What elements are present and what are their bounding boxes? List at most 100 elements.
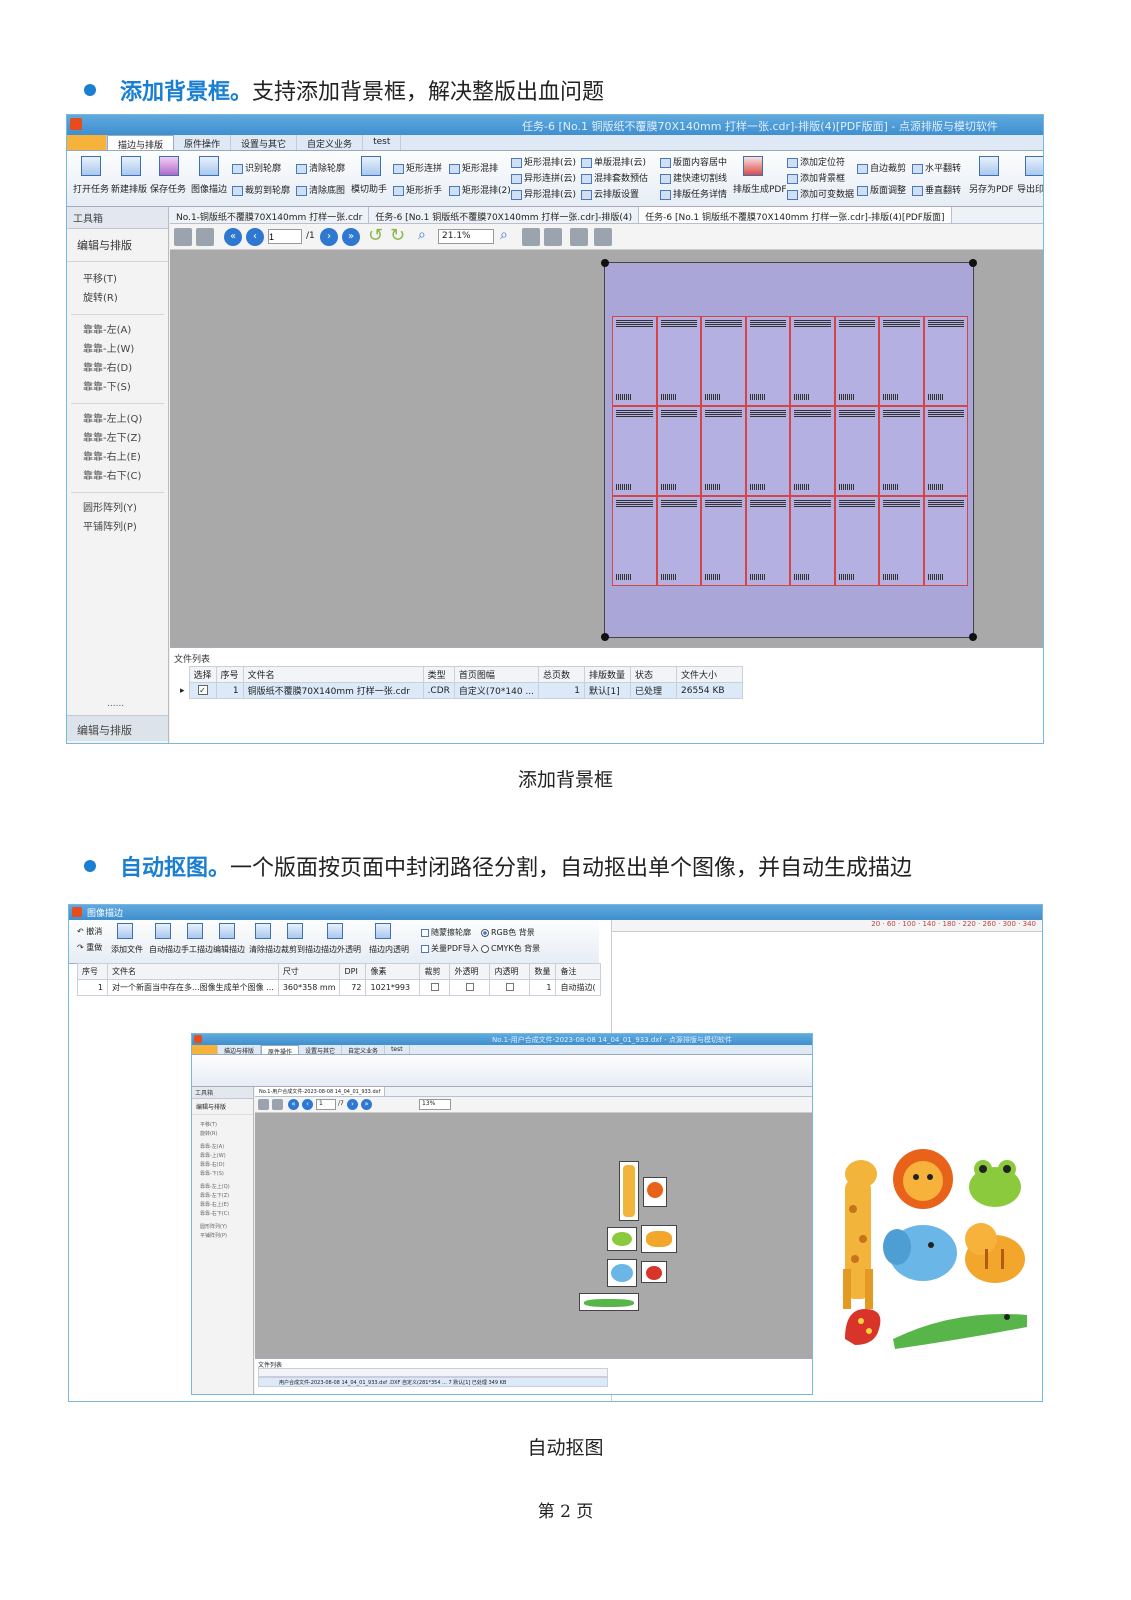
doc-tab-0[interactable]: No.1-铜版纸不覆膜70X140mm 打样一张.cdr bbox=[170, 207, 370, 223]
toolbar-button-4[interactable]: 清除描边 bbox=[249, 944, 281, 955]
page-input[interactable] bbox=[268, 229, 302, 244]
first-page-icon[interactable]: « bbox=[224, 228, 242, 246]
inner-tab-4[interactable]: test bbox=[385, 1045, 410, 1054]
outer-transparent-checkbox[interactable] bbox=[465, 982, 474, 991]
sidebar-item-align-left[interactable]: 靠靠-左(A) bbox=[67, 321, 168, 340]
toolbar-button-6[interactable]: 描边外透明 bbox=[321, 944, 361, 955]
inner-sidebar-item[interactable]: 圆形阵列(Y) bbox=[200, 1223, 253, 1232]
clear-contour-button[interactable]: 清除轮廓 bbox=[309, 164, 345, 174]
table-row[interactable]: 1 对一个新面当中存在多...图像生成单个图像 ... 360*358 mm 7… bbox=[77, 979, 601, 996]
app-menu-button[interactable] bbox=[67, 135, 107, 150]
option-checkbox[interactable] bbox=[421, 928, 429, 937]
mix-estimate-button[interactable]: 混排套数预估 bbox=[594, 174, 648, 184]
undo-button[interactable]: 撤消 bbox=[86, 927, 102, 936]
sidebar-item-align-top-left[interactable]: 靠靠-左上(Q) bbox=[67, 410, 168, 429]
inner-transparent-checkbox[interactable] bbox=[505, 982, 514, 991]
rect-mix-cloud-button[interactable]: 矩形混排(云) bbox=[524, 158, 576, 168]
shape-tile-cloud-button[interactable]: 异形连拼(云) bbox=[524, 174, 576, 184]
prev-page-icon[interactable]: ‹ bbox=[246, 228, 264, 246]
sidebar-item-align-right[interactable]: 靠靠-右(D) bbox=[67, 359, 168, 378]
sidebar-item-circular-array[interactable]: 圆形阵列(Y) bbox=[67, 499, 168, 518]
inner-tab-3[interactable]: 自定义业务 bbox=[342, 1045, 386, 1055]
table-row[interactable]: ▸ ✓ 1 铜版纸不覆膜70X140mm 打样一张.cdr .CDR 自定义(7… bbox=[176, 682, 743, 699]
inner-sidebar-item[interactable]: 靠靠-下(S) bbox=[200, 1170, 253, 1179]
crop-checkbox[interactable] bbox=[430, 982, 439, 991]
sidebar-item-tile-array[interactable]: 平铺阵列(P) bbox=[67, 518, 168, 537]
inner-file-row[interactable]: 用户合成文件-2023-08-08 14_04_01_933.dxf .DXF … bbox=[258, 1377, 608, 1387]
image-stroke-button[interactable]: 图像描边 bbox=[191, 182, 227, 195]
sidebar-item-align-top-right[interactable]: 靠靠-右上(E) bbox=[67, 448, 168, 467]
last-page-icon[interactable]: » bbox=[361, 1099, 372, 1110]
view-mode-icon-4[interactable] bbox=[594, 228, 612, 246]
inner-sidebar-item[interactable]: 靠靠-左下(Z) bbox=[200, 1192, 253, 1201]
cell[interactable]: 默认[1] bbox=[584, 682, 631, 699]
radio-cmyk[interactable] bbox=[481, 944, 489, 953]
tab-2[interactable]: 设置与其它 bbox=[231, 135, 298, 150]
toolbar-button-5[interactable]: 裁剪到描边 bbox=[281, 944, 321, 955]
tab-0[interactable]: 描边与排版 bbox=[107, 135, 175, 151]
next-page-icon[interactable]: › bbox=[347, 1099, 358, 1110]
sidebar-item-align-top[interactable]: 靠靠-上(W) bbox=[67, 340, 168, 359]
add-variable-data-button[interactable]: 添加可变数据 bbox=[800, 190, 854, 200]
fit-height-icon[interactable] bbox=[196, 228, 214, 246]
sidebar-item-align-bottom-right[interactable]: 靠靠-右下(C) bbox=[67, 467, 168, 486]
inner-sidebar-item[interactable]: 靠靠-左上(Q) bbox=[200, 1183, 253, 1192]
rect-mix2-button[interactable]: 矩形混排(2) bbox=[462, 186, 511, 196]
shape-mix-cloud-button[interactable]: 异形混排(云) bbox=[524, 190, 576, 200]
view-mode-icon-1[interactable] bbox=[522, 228, 540, 246]
layout-adjust-button[interactable]: 版面调整 bbox=[870, 186, 906, 196]
sidebar-item-align-bottom-left[interactable]: 靠靠-左下(Z) bbox=[67, 429, 168, 448]
flip-vertical-button[interactable]: 垂直翻转 bbox=[925, 186, 961, 196]
rotate-right-icon[interactable]: ↻ bbox=[390, 227, 405, 245]
inner-sidebar-item[interactable]: 平铺阵列(P) bbox=[200, 1232, 253, 1241]
sidebar-footer[interactable]: 编辑与排版 bbox=[67, 715, 168, 741]
view-mode-icon-2[interactable] bbox=[544, 228, 562, 246]
center-content-button[interactable]: 版面内容居中 bbox=[673, 158, 727, 168]
view-mode-icon-3[interactable] bbox=[570, 228, 588, 246]
add-locator-button[interactable]: 添加定位符 bbox=[800, 158, 845, 168]
layout-canvas[interactable] bbox=[170, 250, 1043, 647]
open-task-button[interactable]: 打开任务 bbox=[73, 182, 109, 195]
row-checkbox[interactable]: ✓ bbox=[197, 685, 208, 695]
inner-sidebar-item[interactable]: 靠靠-上(W) bbox=[200, 1152, 253, 1161]
inner-doc-tab[interactable]: No.1-用户合成文件-2023-08-08 14_04_01_933.dxf bbox=[255, 1087, 386, 1096]
inner-tab-0[interactable]: 描边与排版 bbox=[218, 1045, 262, 1055]
option-checkbox[interactable] bbox=[421, 944, 429, 953]
doc-tab-1[interactable]: 任务-6 [No.1 铜版纸不覆膜70X140mm 打样一张.cdr]-排版(4… bbox=[369, 207, 640, 223]
rect-fold-button[interactable]: 矩形折手 bbox=[406, 186, 442, 196]
save-task-button[interactable]: 保存任务 bbox=[150, 182, 186, 195]
new-layout-button[interactable]: 新建排版 bbox=[111, 182, 147, 195]
crop-contour-button[interactable]: 裁剪到轮廓 bbox=[245, 186, 290, 196]
inner-sidebar-item[interactable]: 旋转(R) bbox=[200, 1130, 253, 1139]
toolbar-button-1[interactable]: 自动描边 bbox=[149, 944, 181, 955]
inner-tab-2[interactable]: 设置与其它 bbox=[299, 1045, 343, 1055]
tab-1[interactable]: 原件操作 bbox=[174, 135, 232, 150]
radio-rgb[interactable] bbox=[481, 928, 489, 937]
fit-width-icon[interactable] bbox=[258, 1099, 269, 1110]
tab-3[interactable]: 自定义业务 bbox=[297, 135, 364, 150]
first-page-icon[interactable]: « bbox=[288, 1099, 299, 1110]
toolbar-button-0[interactable]: 添加文件 bbox=[111, 944, 143, 955]
add-background-frame-button[interactable]: 添加背景框 bbox=[800, 174, 845, 184]
zoom-out-icon[interactable]: ⌕ bbox=[500, 227, 508, 243]
inner-sidebar-item[interactable]: 靠靠-左(A) bbox=[200, 1143, 253, 1152]
generate-pdf-button[interactable]: 排版生成PDF bbox=[733, 182, 787, 195]
inner-sidebar-item[interactable]: 平移(T) bbox=[200, 1121, 253, 1130]
inner-sidebar-item[interactable]: 靠靠-右下(C) bbox=[200, 1210, 253, 1219]
corner-handle[interactable] bbox=[601, 633, 609, 641]
export-print-button[interactable]: 导出印 bbox=[1017, 182, 1043, 195]
inner-tab-1[interactable]: 原件操作 bbox=[261, 1045, 300, 1056]
corner-handle[interactable] bbox=[601, 259, 609, 267]
inner-page-input[interactable]: 1 bbox=[316, 1099, 336, 1110]
inner-canvas[interactable] bbox=[255, 1113, 812, 1358]
sidebar-item-rotate[interactable]: 旋转(R) bbox=[67, 289, 168, 308]
sidebar-item-align-bottom[interactable]: 靠靠-下(S) bbox=[67, 378, 168, 397]
die-helper-button[interactable]: 模切助手 bbox=[351, 182, 387, 195]
toolbar-button-7[interactable]: 描边内透明 bbox=[369, 944, 409, 955]
corner-handle[interactable] bbox=[969, 633, 977, 641]
save-as-pdf-button[interactable]: 另存为PDF bbox=[969, 182, 1014, 195]
fit-width-icon[interactable] bbox=[174, 228, 192, 246]
next-page-icon[interactable]: › bbox=[320, 228, 338, 246]
rotate-left-icon[interactable]: ↺ bbox=[368, 227, 383, 245]
tab-4[interactable]: test bbox=[363, 135, 402, 150]
